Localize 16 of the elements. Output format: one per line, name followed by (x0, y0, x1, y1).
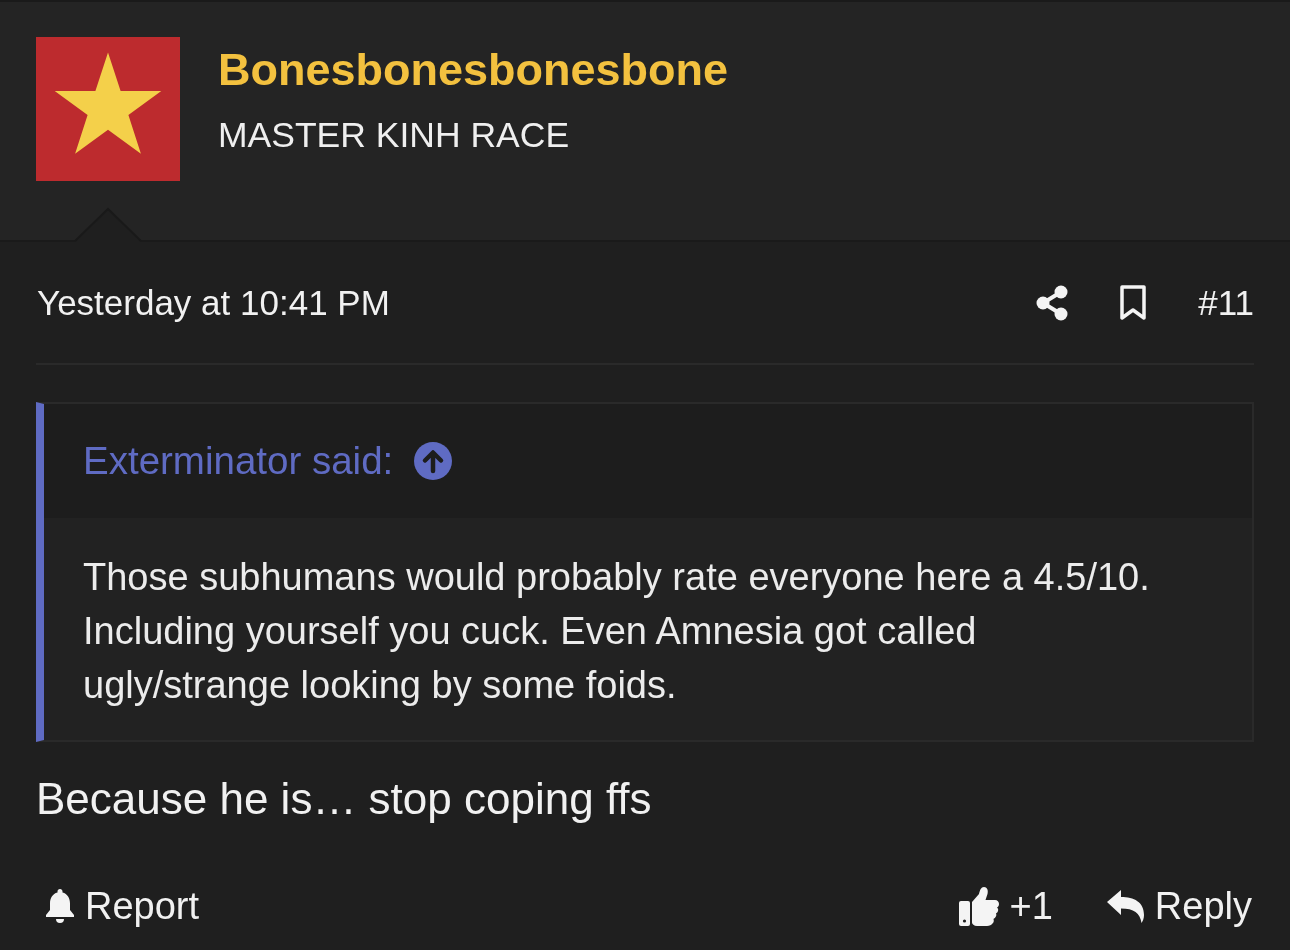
post-message: Because he is… stop coping ffs (36, 773, 653, 825)
share-icon[interactable] (1036, 284, 1069, 321)
bell-icon (44, 888, 76, 924)
report-button[interactable]: Report (36, 883, 204, 929)
username-link[interactable]: Bonesbonesbonesbone (218, 44, 729, 96)
reply-button[interactable]: Reply (1102, 883, 1254, 929)
user-title: MASTER KINH RACE (218, 114, 570, 157)
thumbs-up-icon (958, 886, 999, 926)
reply-arrow-icon (1106, 888, 1144, 924)
post-number-link[interactable]: #11 (1198, 281, 1254, 324)
bookmark-icon[interactable] (1119, 284, 1148, 321)
arrow-up-circle-icon[interactable] (414, 442, 453, 480)
timestamp-link[interactable]: Yesterday at 10:41 PM (37, 281, 390, 324)
quote-text: Those subhumans would probably rate everyone here a 4.5/10. Including yourself you cuck. Even Amnesia got called ugly/strange looking by some foids. (83, 555, 1151, 708)
like-button[interactable]: +1 (954, 883, 1057, 929)
quote-author-link[interactable]: Exterminator said: (83, 438, 394, 484)
